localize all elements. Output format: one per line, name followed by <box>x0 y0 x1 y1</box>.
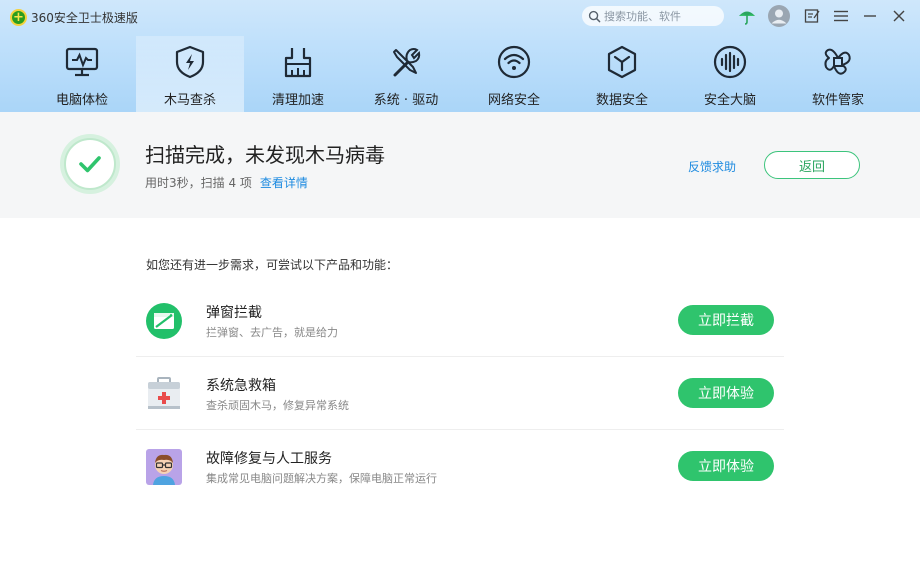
brain-wave-icon <box>713 45 747 79</box>
tab-system-driver[interactable]: 系统 · 驱动 <box>352 36 460 112</box>
try-now-button[interactable]: 立即体验 <box>678 451 774 481</box>
first-aid-kit-icon <box>148 377 180 409</box>
feedback-help-link[interactable]: 反馈求助 <box>688 158 736 175</box>
item-desc: 拦弹窗、去广告，就是给力 <box>206 326 338 339</box>
list-item-popup-block: 弹窗拦截 拦弹窗、去广告，就是给力 立即拦截 <box>136 284 784 357</box>
tab-software-manager[interactable]: 软件管家 <box>784 36 892 112</box>
tab-label: 电脑体检 <box>55 93 108 108</box>
close-icon[interactable] <box>888 5 910 27</box>
tab-label: 软件管家 <box>811 93 864 108</box>
tab-cleanup[interactable]: 清理加速 <box>244 36 352 112</box>
tab-data-security[interactable]: 数据安全 <box>568 36 676 112</box>
recommend-intro: 如您还有进一步需求，可尝试以下产品和功能： <box>146 258 399 272</box>
menu-icon[interactable] <box>830 5 852 27</box>
check-icon <box>79 156 101 173</box>
tab-security-brain[interactable]: 安全大脑 <box>676 36 784 112</box>
tab-label: 网络安全 <box>487 93 540 108</box>
wrench-screwdriver-icon <box>393 48 421 77</box>
tab-trojan-scan[interactable]: 木马查杀 <box>136 36 244 112</box>
broom-icon <box>284 48 312 78</box>
tab-label: 木马查杀 <box>163 93 216 108</box>
item-name: 故障修复与人工服务 <box>206 451 332 467</box>
support-engineer-icon <box>146 449 182 485</box>
feedback-icon[interactable] <box>801 5 823 27</box>
360-logo: + <box>10 8 27 26</box>
tab-label: 数据安全 <box>595 93 648 108</box>
monitor-pulse-icon <box>65 47 99 77</box>
umbrella-icon[interactable] <box>736 5 758 27</box>
item-name: 系统急救箱 <box>206 378 276 394</box>
shield-bolt-icon <box>175 45 205 79</box>
tab-network-security[interactable]: 网络安全 <box>460 36 568 112</box>
tab-label: 清理加速 <box>271 93 324 108</box>
block-now-button[interactable]: 立即拦截 <box>678 305 774 335</box>
search-box[interactable] <box>582 6 724 26</box>
scan-result-summary: 用时3秒，扫描 4 项查看详情 <box>145 174 308 191</box>
item-desc: 集成常见电脑问题解决方案，保障电脑正常运行 <box>206 472 437 485</box>
tab-pc-checkup[interactable]: 电脑体检 <box>28 36 136 112</box>
success-badge <box>60 134 120 194</box>
search-icon <box>588 10 601 22</box>
cube-icon <box>607 45 637 79</box>
item-desc: 查杀顽固木马，修复异常系统 <box>206 399 349 412</box>
list-item-repair-service: 故障修复与人工服务 集成常见电脑问题解决方案，保障电脑正常运行 立即体验 <box>136 430 784 503</box>
brand: + 360安全卫士极速版 <box>10 7 138 27</box>
scan-summary-text: 用时3秒，扫描 4 项 <box>145 176 252 190</box>
wifi-icon <box>497 45 531 79</box>
scan-result-title: 扫描完成，未发现木马病毒 <box>145 143 385 167</box>
app-title: 360安全卫士极速版 <box>31 10 138 25</box>
main-tabs: 电脑体检 木马查杀 清理加速 系统 · 驱动 网络安全 数据安全 安全大脑 软件… <box>28 36 892 112</box>
minimize-icon[interactable] <box>859 5 881 27</box>
apps-icon <box>824 48 851 75</box>
search-input[interactable] <box>604 9 722 23</box>
item-name: 弹窗拦截 <box>206 305 262 321</box>
list-item-first-aid-kit: 系统急救箱 查杀顽固木马，修复异常系统 立即体验 <box>136 357 784 430</box>
try-now-button[interactable]: 立即体验 <box>678 378 774 408</box>
popup-block-icon <box>146 303 182 339</box>
back-button[interactable]: 返回 <box>764 151 860 179</box>
tab-label: 系统 · 驱动 <box>373 93 439 108</box>
scan-result-panel: 扫描完成，未发现木马病毒 用时3秒，扫描 4 项查看详情 反馈求助 返回 <box>0 112 920 218</box>
tab-label: 安全大脑 <box>703 93 756 108</box>
title-bar: + 360安全卫士极速版 搜索功能、软件 电脑体检 木马查杀 清理加速 系统 ·… <box>0 0 920 112</box>
view-details-link[interactable]: 查看详情 <box>260 176 308 190</box>
avatar[interactable] <box>767 4 791 28</box>
